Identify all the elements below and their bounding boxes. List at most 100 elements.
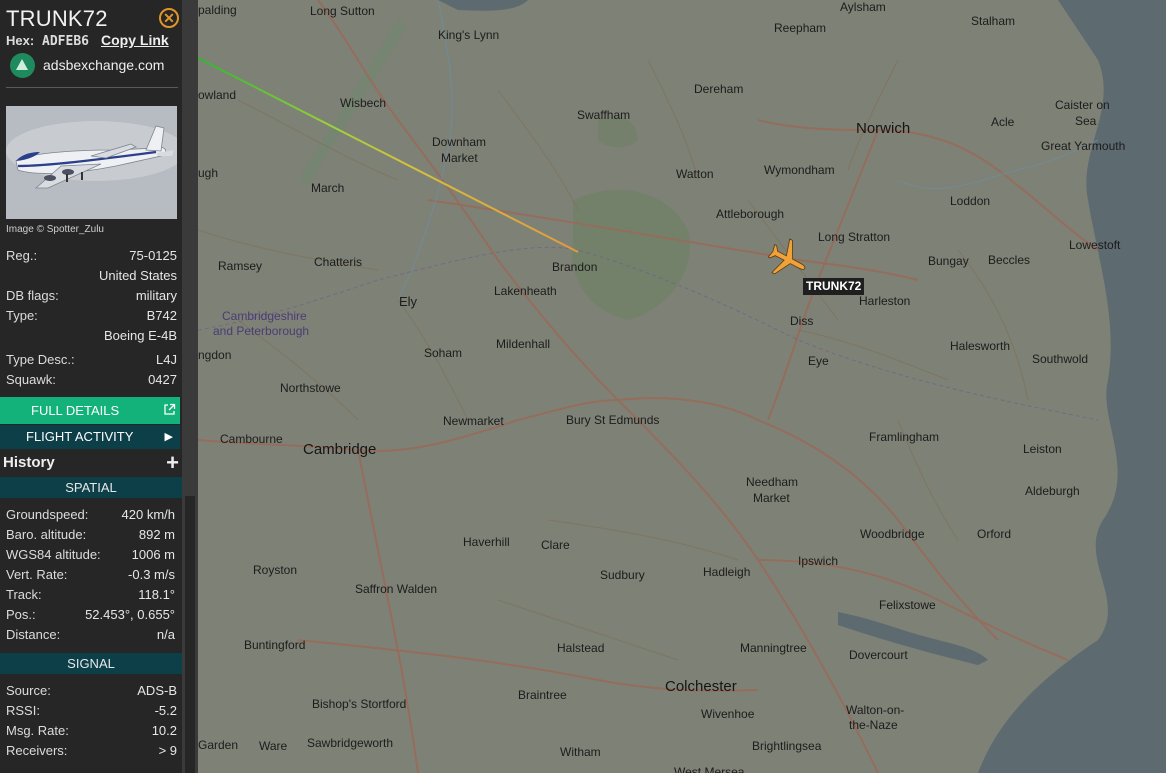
town-label: ngdon — [198, 348, 232, 362]
track-row: Track: 118.1° — [0, 586, 182, 604]
type-desc-label: Type Desc.: — [6, 352, 75, 367]
town-label: palding — [198, 3, 237, 17]
chevron-right-icon: ▶ — [164, 431, 173, 443]
town-label: Witham — [560, 745, 601, 759]
town-label: Long Stratton — [818, 230, 891, 244]
scrollbar-thumb[interactable] — [185, 496, 195, 773]
position-value: 52.453°, 0.655° — [85, 607, 175, 622]
hex-row: Hex: ADFEB6 — [6, 33, 89, 49]
vert-rate-label: Vert. Rate: — [6, 567, 68, 582]
position-row: Pos.: 52.453°, 0.655° — [0, 606, 182, 624]
wgs84-altitude-value: 1006 m — [131, 547, 175, 562]
town-label: Norwich — [856, 120, 911, 137]
type-name-value: Boeing E-4B — [104, 328, 177, 343]
town-label: Watton — [676, 167, 714, 181]
town-label: Southwold — [1032, 352, 1089, 366]
town-label: Acle — [991, 115, 1015, 129]
baro-altitude-value: 892 m — [138, 527, 175, 542]
groundspeed-value: 420 km/h — [121, 507, 175, 522]
town-label: Market — [441, 151, 478, 165]
source-row: Source: ADS-B — [0, 682, 182, 700]
town-label: Ipswich — [798, 554, 839, 568]
town-label: Buntingford — [244, 638, 306, 652]
groundspeed-label: Groundspeed: — [6, 507, 89, 522]
site-link[interactable]: adsbexchange.com — [43, 57, 164, 73]
copy-link-button[interactable]: Copy Link — [101, 32, 169, 48]
town-label: Chatteris — [314, 255, 363, 269]
type-name-row: Boeing E-4B — [0, 327, 182, 345]
rssi-row: RSSI: -5.2 — [0, 702, 182, 720]
town-label: Reepham — [774, 21, 827, 35]
region-label: Cambridgeshire — [222, 309, 307, 323]
town-label: Halstead — [557, 641, 605, 655]
divider — [6, 87, 178, 88]
type-desc-row: Type Desc.: L4J — [0, 351, 182, 369]
town-label: Sea — [1075, 114, 1097, 128]
town-label: Orford — [977, 527, 1012, 541]
squawk-row: Squawk: 0427 — [0, 371, 182, 389]
town-label: Cambourne — [220, 432, 283, 446]
flight-track — [198, 57, 579, 253]
flight-activity-button[interactable]: FLIGHT ACTIVITY ▶ — [0, 425, 180, 449]
town-label: Dereham — [694, 82, 744, 96]
sidebar-scrollbar[interactable] — [182, 0, 198, 773]
wgs84-altitude-label: WGS84 altitude: — [6, 547, 101, 562]
town-label: Sawbridgeworth — [307, 736, 394, 750]
town-label: Aylsham — [840, 0, 886, 14]
spatial-section-header[interactable]: SPATIAL — [0, 477, 182, 498]
hex-label: Hex: — [6, 33, 35, 48]
track-label: Track: — [6, 587, 42, 602]
distance-label: Distance: — [6, 627, 61, 642]
receivers-value: > 9 — [158, 743, 177, 758]
town-label: Haverhill — [463, 535, 510, 549]
town-label: Caister on — [1055, 98, 1110, 112]
msg-rate-value: 10.2 — [151, 723, 177, 738]
hex-value: ADFEB6 — [42, 34, 89, 49]
external-link-icon — [163, 397, 176, 425]
town-label: Wisbech — [340, 96, 387, 110]
country-row: United States — [0, 267, 182, 285]
town-label: Clare — [541, 538, 570, 552]
close-icon[interactable]: ✕ — [159, 8, 179, 28]
track-value: 118.1° — [138, 587, 175, 602]
town-label: Wymondham — [764, 163, 835, 177]
expand-plus-icon[interactable]: + — [166, 450, 179, 476]
town-label: owland — [198, 88, 237, 102]
town-label: Loddon — [950, 194, 991, 208]
map-canvas — [198, 0, 1166, 773]
town-label: Soham — [424, 346, 463, 360]
town-label: Diss — [790, 314, 814, 328]
town-label: Bungay — [928, 254, 969, 268]
adsbexchange-logo-icon[interactable] — [10, 53, 35, 78]
reg-label: Reg.: — [6, 248, 38, 263]
town-label: Framlingham — [869, 430, 940, 444]
town-label: Hadleigh — [703, 565, 751, 579]
full-details-button[interactable]: FULL DETAILS — [0, 397, 180, 424]
type-row: Type: B742 — [0, 307, 182, 325]
town-label: Colchester — [665, 678, 737, 695]
source-value: ADS-B — [137, 683, 177, 698]
town-label: Aldeburgh — [1025, 484, 1080, 498]
town-label: Sudbury — [600, 568, 645, 582]
map-view[interactable]: TRUNK72 palding Long Sutton King's Lynn … — [198, 0, 1166, 773]
town-label: Garden — [198, 738, 239, 752]
town-label: King's Lynn — [438, 28, 500, 42]
signal-section-header[interactable]: SIGNAL — [0, 653, 182, 674]
history-header[interactable]: History + — [0, 450, 182, 476]
aircraft-marker-icon[interactable] — [764, 236, 810, 282]
town-label: Walton-on- — [846, 703, 905, 717]
town-label: Bury St Edmunds — [566, 413, 660, 427]
photo-credit[interactable]: Image © Spotter_Zulu — [6, 224, 104, 235]
aircraft-callsign-label[interactable]: TRUNK72 — [803, 278, 865, 295]
town-label: Downham — [432, 135, 487, 149]
vert-rate-row: Vert. Rate: -0.3 m/s — [0, 566, 182, 584]
town-label: Harleston — [859, 294, 911, 308]
type-desc-value: L4J — [156, 352, 177, 367]
aircraft-photo[interactable] — [6, 106, 177, 219]
town-label: Dovercourt — [849, 648, 908, 662]
squawk-label: Squawk: — [6, 372, 56, 387]
town-label: Attleborough — [716, 207, 785, 221]
reg-row: Reg.: 75-0125 — [0, 247, 182, 265]
town-label: Ware — [259, 739, 288, 753]
history-label: History — [3, 454, 55, 471]
